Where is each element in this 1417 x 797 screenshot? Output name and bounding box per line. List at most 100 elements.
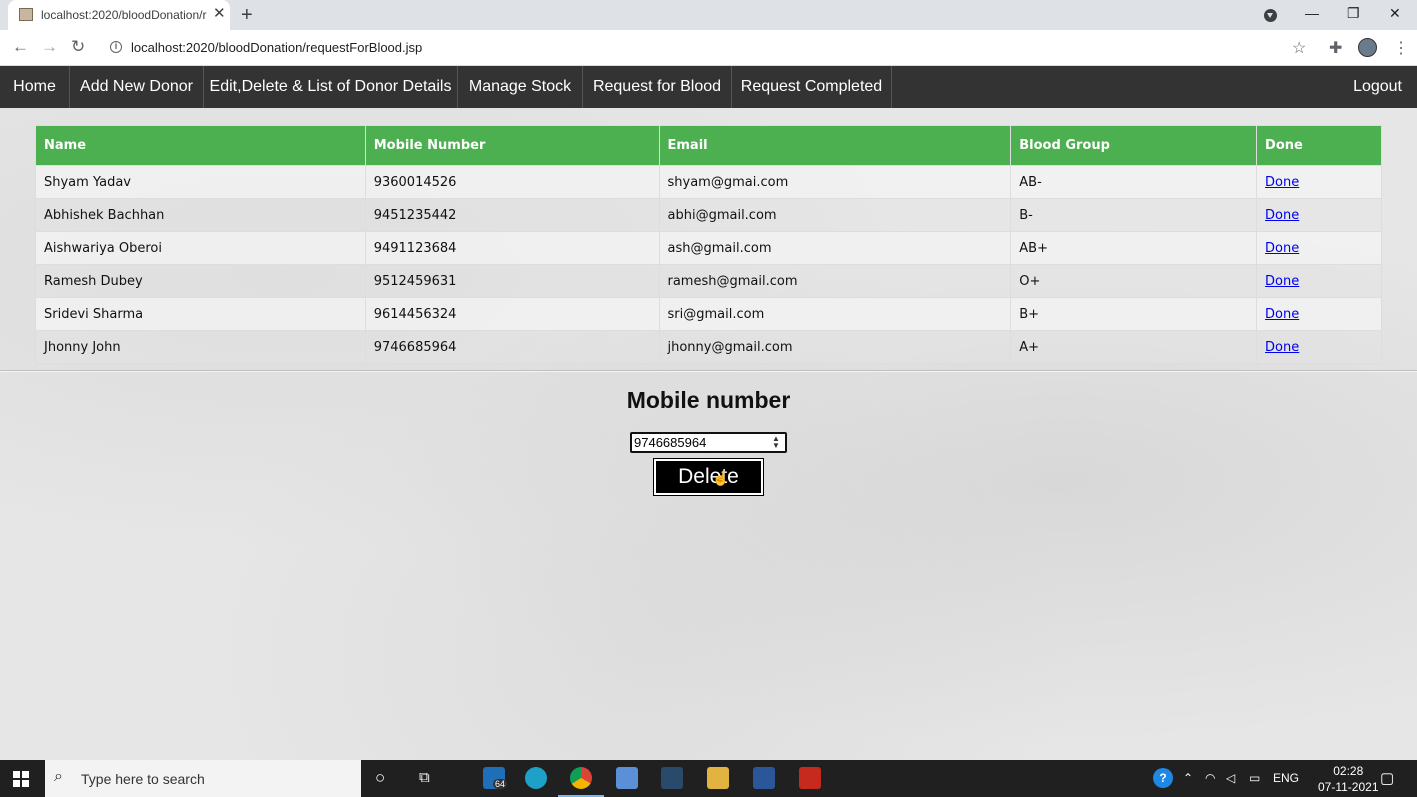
chevron-up-icon[interactable]: ⌃	[1183, 771, 1193, 785]
column-header-done: Done	[1256, 125, 1382, 166]
language-indicator[interactable]: ENG	[1273, 771, 1299, 785]
cell-mobile: 9360014526	[364, 165, 660, 199]
close-tab-icon[interactable]: ✕	[213, 6, 226, 22]
window-close-icon[interactable]: ✕	[1389, 5, 1401, 22]
cell-email: abhi@gmail.com	[658, 198, 1012, 232]
acrobat-icon[interactable]	[799, 767, 821, 789]
cell-email: shyam@gmai.com	[658, 165, 1012, 199]
done-link[interactable]: Done	[1265, 175, 1299, 190]
divider	[0, 370, 1417, 372]
cell-blood-group: B-	[1010, 198, 1258, 232]
table-row: Ramesh Dubey 9512459631 ramesh@gmail.com…	[35, 264, 1382, 298]
spinner-arrows-icon[interactable]: ▲ ▼	[771, 435, 781, 450]
cell-done: Done	[1256, 165, 1382, 199]
taskbar-search-box[interactable]: ⌕ Type here to search	[45, 760, 361, 797]
restore-icon[interactable]: ❐	[1347, 5, 1360, 22]
forward-icon[interactable]: →	[41, 37, 58, 57]
search-placeholder: Type here to search	[81, 771, 205, 787]
mobile-number-input[interactable]	[630, 432, 787, 453]
table-row: Abhishek Bachhan 9451235442 abhi@gmail.c…	[35, 198, 1382, 232]
tab-search-icon[interactable]	[1264, 9, 1277, 22]
column-header-email: Email	[658, 125, 1012, 166]
app-icon-ide[interactable]	[661, 767, 683, 789]
minimize-icon[interactable]: —	[1305, 5, 1319, 21]
cell-mobile: 9451235442	[364, 198, 660, 232]
cell-mobile: 9491123684	[364, 231, 660, 265]
table-row: Jhonny John 9746685964 jhonny@gmail.com …	[35, 330, 1382, 364]
column-header-mobile: Mobile Number	[364, 125, 660, 166]
info-icon[interactable]: i	[110, 41, 122, 53]
star-icon[interactable]: ☆	[1292, 38, 1306, 58]
app-icon-cube[interactable]	[616, 767, 638, 789]
blood-request-table: Name Mobile Number Email Blood Group Don…	[35, 125, 1382, 364]
nav-add-new-donor[interactable]: Add New Donor	[70, 66, 204, 108]
browser-tab[interactable]: localhost:2020/bloodDonation/requestForB…	[8, 0, 230, 30]
app-badge: 64	[493, 779, 508, 789]
done-link[interactable]: Done	[1265, 340, 1299, 355]
cell-name: Abhishek Bachhan	[35, 198, 366, 232]
cell-mobile: 9512459631	[364, 264, 660, 298]
cell-name: Jhonny John	[35, 330, 366, 364]
volume-icon[interactable]: ◁	[1226, 771, 1235, 785]
app-icon-files[interactable]: 64	[483, 767, 508, 789]
nav-request-completed[interactable]: Request Completed	[732, 66, 892, 108]
nav-logout[interactable]: Logout	[1338, 66, 1417, 108]
cell-done: Done	[1256, 264, 1382, 298]
system-clock[interactable]: 02:28 07-11-2021	[1318, 763, 1379, 795]
cell-name: Aishwariya Oberoi	[35, 231, 366, 265]
new-tab-button[interactable]: +	[241, 4, 253, 27]
task-view-icon[interactable]: ⧉	[419, 769, 430, 786]
cell-done: Done	[1256, 330, 1382, 364]
windows-start-icon[interactable]	[13, 771, 29, 787]
reload-icon[interactable]: ↻	[71, 37, 85, 57]
cell-mobile: 9746685964	[364, 330, 660, 364]
delete-button[interactable]: Delete	[653, 458, 764, 496]
word-icon[interactable]	[753, 767, 775, 789]
cell-name: Shyam Yadav	[35, 165, 366, 199]
nav-manage-stock[interactable]: Manage Stock	[458, 66, 583, 108]
extensions-icon[interactable]: ✚	[1329, 38, 1342, 58]
file-explorer-icon[interactable]	[707, 767, 729, 789]
browser-tabstrip: localhost:2020/bloodDonation/requestForB…	[0, 0, 1417, 30]
cell-done: Done	[1256, 297, 1382, 331]
cell-done: Done	[1256, 231, 1382, 265]
done-link[interactable]: Done	[1265, 307, 1299, 322]
cortana-icon[interactable]: ○	[375, 768, 385, 788]
cell-email: ash@gmail.com	[658, 231, 1012, 265]
profile-avatar[interactable]	[1358, 38, 1377, 57]
table-header-row: Name Mobile Number Email Blood Group Don…	[35, 125, 1382, 166]
table-row: Shyam Yadav 9360014526 shyam@gmai.com AB…	[35, 165, 1382, 199]
nav-request-for-blood[interactable]: Request for Blood	[583, 66, 732, 108]
top-navbar: Home Add New Donor Edit,Delete & List of…	[0, 66, 1417, 108]
cell-blood-group: AB+	[1010, 231, 1258, 265]
table-row: Aishwariya Oberoi 9491123684 ash@gmail.c…	[35, 231, 1382, 265]
back-icon[interactable]: ←	[12, 37, 29, 57]
column-header-blood-group: Blood Group	[1010, 125, 1258, 166]
help-icon[interactable]: ?	[1153, 768, 1173, 788]
done-link[interactable]: Done	[1265, 208, 1299, 223]
cell-email: sri@gmail.com	[658, 297, 1012, 331]
search-icon: ⌕	[54, 768, 63, 785]
wifi-icon[interactable]: ◠	[1205, 771, 1215, 785]
clock-date: 07-11-2021	[1318, 780, 1379, 794]
page-content: Home Add New Donor Edit,Delete & List of…	[0, 66, 1417, 760]
chrome-icon[interactable]	[558, 767, 604, 797]
edge-icon[interactable]	[525, 767, 547, 789]
cell-email: ramesh@gmail.com	[658, 264, 1012, 298]
windows-taskbar: ⌕ Type here to search ○ ⧉ 64 ? ⌃ ◠ ◁ ▭ E…	[0, 760, 1417, 797]
cell-blood-group: A+	[1010, 330, 1258, 364]
cell-name: Sridevi Sharma	[35, 297, 366, 331]
column-header-name: Name	[35, 125, 366, 166]
table-row: Sridevi Sharma 9614456324 sri@gmail.com …	[35, 297, 1382, 331]
address-bar[interactable]: localhost:2020/bloodDonation/requestForB…	[131, 40, 422, 55]
form-title: Mobile number	[626, 387, 791, 413]
browser-toolbar: ← → ↻ i localhost:2020/bloodDonation/req…	[0, 30, 1417, 66]
notifications-icon[interactable]: ▢	[1380, 769, 1394, 787]
nav-home[interactable]: Home	[0, 66, 70, 108]
menu-icon[interactable]: ⋮	[1393, 38, 1409, 58]
done-link[interactable]: Done	[1265, 241, 1299, 256]
battery-icon[interactable]: ▭	[1249, 771, 1260, 785]
cell-name: Ramesh Dubey	[35, 264, 366, 298]
done-link[interactable]: Done	[1265, 274, 1299, 289]
nav-edit-delete-list-donor[interactable]: Edit,Delete & List of Donor Details	[204, 66, 458, 108]
